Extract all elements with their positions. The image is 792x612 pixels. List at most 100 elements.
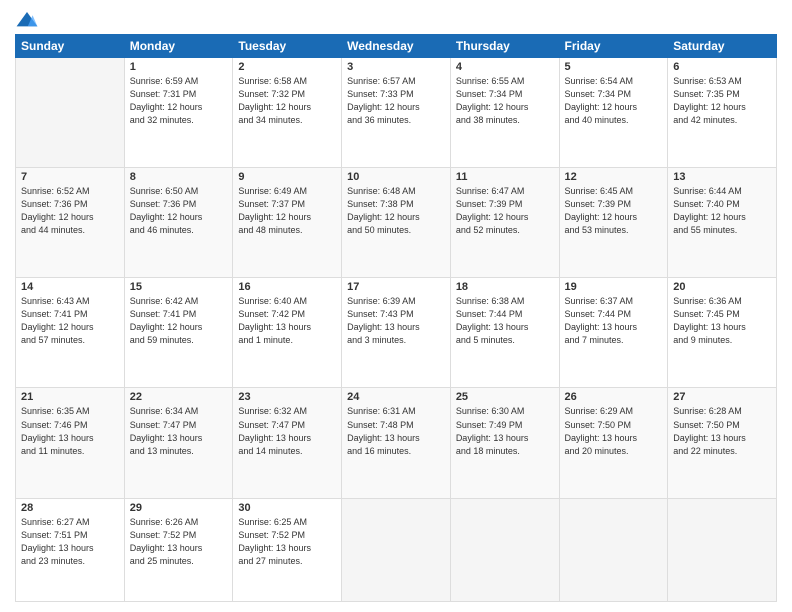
day-info: Sunrise: 6:49 AM Sunset: 7:37 PM Dayligh… bbox=[238, 185, 336, 237]
calendar-cell: 7 Sunrise: 6:52 AM Sunset: 7:36 PM Daylig… bbox=[16, 168, 125, 278]
calendar-cell: 3Sunrise: 6:57 AM Sunset: 7:33 PM Daylig… bbox=[342, 58, 451, 168]
header bbox=[15, 10, 777, 30]
day-number: 24 bbox=[347, 391, 445, 403]
calendar-cell: 15 Sunrise: 6:42 AM Sunset: 7:41 PM Dayli… bbox=[124, 278, 233, 388]
day-number: 8 bbox=[130, 171, 228, 183]
day-number: 5 bbox=[565, 61, 663, 73]
day-info: Sunrise: 6:25 AM Sunset: 7:52 PM Dayligh… bbox=[238, 516, 336, 568]
day-info: Sunrise: 6:39 AM Sunset: 7:43 PM Dayligh… bbox=[347, 295, 445, 347]
day-info: Sunrise: 6:38 AM Sunset: 7:44 PM Dayligh… bbox=[456, 295, 554, 347]
calendar-cell: 17 Sunrise: 6:39 AM Sunset: 7:43 PM Dayli… bbox=[342, 278, 451, 388]
calendar-cell: 14 Sunrise: 6:43 AM Sunset: 7:41 PM Dayli… bbox=[16, 278, 125, 388]
calendar-cell: 1 Sunrise: 6:59 AM Sunset: 7:31 PM Daylig… bbox=[124, 58, 233, 168]
calendar-cell: 28 Sunrise: 6:27 AM Sunset: 7:51 PM Dayli… bbox=[16, 498, 125, 601]
day-number: 4 bbox=[456, 61, 554, 73]
day-info: Sunrise: 6:28 AM Sunset: 7:50 PM Dayligh… bbox=[673, 405, 771, 457]
day-number: 3 bbox=[347, 61, 445, 73]
day-number: 12 bbox=[565, 171, 663, 183]
page: Sunday Monday Tuesday Wednesday Thursday… bbox=[0, 0, 792, 612]
calendar-cell: 12 Sunrise: 6:45 AM Sunset: 7:39 PM Dayli… bbox=[559, 168, 668, 278]
calendar-cell: 30 Sunrise: 6:25 AM Sunset: 7:52 PM Dayli… bbox=[233, 498, 342, 601]
col-friday: Friday bbox=[559, 35, 668, 58]
day-info: Sunrise: 6:50 AM Sunset: 7:36 PM Dayligh… bbox=[130, 185, 228, 237]
col-sunday: Sunday bbox=[16, 35, 125, 58]
calendar-cell: 6 Sunrise: 6:53 AM Sunset: 7:35 PM Daylig… bbox=[668, 58, 777, 168]
calendar-cell: 22 Sunrise: 6:34 AM Sunset: 7:47 PM Dayli… bbox=[124, 388, 233, 498]
calendar-cell: 4 Sunrise: 6:55 AM Sunset: 7:34 PM Daylig… bbox=[450, 58, 559, 168]
col-thursday: Thursday bbox=[450, 35, 559, 58]
day-info: Sunrise: 6:58 AM Sunset: 7:32 PM Dayligh… bbox=[238, 75, 336, 127]
day-number: 17 bbox=[347, 281, 445, 293]
day-info: Sunrise: 6:52 AM Sunset: 7:36 PM Dayligh… bbox=[21, 185, 119, 237]
col-tuesday: Tuesday bbox=[233, 35, 342, 58]
day-number: 26 bbox=[565, 391, 663, 403]
day-number: 25 bbox=[456, 391, 554, 403]
logo bbox=[15, 10, 43, 30]
day-info: Sunrise: 6:45 AM Sunset: 7:39 PM Dayligh… bbox=[565, 185, 663, 237]
day-number: 11 bbox=[456, 171, 554, 183]
calendar-cell bbox=[668, 498, 777, 601]
calendar-cell: 26 Sunrise: 6:29 AM Sunset: 7:50 PM Dayli… bbox=[559, 388, 668, 498]
calendar-cell: 16 Sunrise: 6:40 AM Sunset: 7:42 PM Dayli… bbox=[233, 278, 342, 388]
calendar-cell: 23 Sunrise: 6:32 AM Sunset: 7:47 PM Dayli… bbox=[233, 388, 342, 498]
day-number: 16 bbox=[238, 281, 336, 293]
day-number: 28 bbox=[21, 502, 119, 514]
day-number: 9 bbox=[238, 171, 336, 183]
day-number: 10 bbox=[347, 171, 445, 183]
day-info: Sunrise: 6:55 AM Sunset: 7:34 PM Dayligh… bbox=[456, 75, 554, 127]
day-number: 29 bbox=[130, 502, 228, 514]
day-info: Sunrise: 6:30 AM Sunset: 7:49 PM Dayligh… bbox=[456, 405, 554, 457]
day-number: 27 bbox=[673, 391, 771, 403]
day-info: Sunrise: 6:36 AM Sunset: 7:45 PM Dayligh… bbox=[673, 295, 771, 347]
day-number: 2 bbox=[238, 61, 336, 73]
day-info: Sunrise: 6:48 AM Sunset: 7:38 PM Dayligh… bbox=[347, 185, 445, 237]
day-number: 21 bbox=[21, 391, 119, 403]
day-info: Sunrise: 6:29 AM Sunset: 7:50 PM Dayligh… bbox=[565, 405, 663, 457]
day-info: Sunrise: 6:44 AM Sunset: 7:40 PM Dayligh… bbox=[673, 185, 771, 237]
day-number: 1 bbox=[130, 61, 228, 73]
day-info: Sunrise: 6:32 AM Sunset: 7:47 PM Dayligh… bbox=[238, 405, 336, 457]
calendar-cell: 5Sunrise: 6:54 AM Sunset: 7:34 PM Daylig… bbox=[559, 58, 668, 168]
day-number: 19 bbox=[565, 281, 663, 293]
day-info: Sunrise: 6:42 AM Sunset: 7:41 PM Dayligh… bbox=[130, 295, 228, 347]
calendar-cell: 19 Sunrise: 6:37 AM Sunset: 7:44 PM Dayli… bbox=[559, 278, 668, 388]
calendar-cell: 18 Sunrise: 6:38 AM Sunset: 7:44 PM Dayli… bbox=[450, 278, 559, 388]
day-number: 22 bbox=[130, 391, 228, 403]
day-number: 14 bbox=[21, 281, 119, 293]
calendar: Sunday Monday Tuesday Wednesday Thursday… bbox=[15, 34, 777, 602]
calendar-cell: 25 Sunrise: 6:30 AM Sunset: 7:49 PM Dayli… bbox=[450, 388, 559, 498]
day-number: 7 bbox=[21, 171, 119, 183]
day-info: Sunrise: 6:37 AM Sunset: 7:44 PM Dayligh… bbox=[565, 295, 663, 347]
day-info: Sunrise: 6:40 AM Sunset: 7:42 PM Dayligh… bbox=[238, 295, 336, 347]
logo-icon bbox=[15, 10, 39, 30]
calendar-cell bbox=[450, 498, 559, 601]
day-info: Sunrise: 6:47 AM Sunset: 7:39 PM Dayligh… bbox=[456, 185, 554, 237]
calendar-cell bbox=[16, 58, 125, 168]
day-number: 30 bbox=[238, 502, 336, 514]
calendar-cell: 8 Sunrise: 6:50 AM Sunset: 7:36 PM Daylig… bbox=[124, 168, 233, 278]
calendar-cell: 24 Sunrise: 6:31 AM Sunset: 7:48 PM Dayli… bbox=[342, 388, 451, 498]
day-info: Sunrise: 6:27 AM Sunset: 7:51 PM Dayligh… bbox=[21, 516, 119, 568]
day-number: 18 bbox=[456, 281, 554, 293]
day-info: Sunrise: 6:26 AM Sunset: 7:52 PM Dayligh… bbox=[130, 516, 228, 568]
day-info: Sunrise: 6:43 AM Sunset: 7:41 PM Dayligh… bbox=[21, 295, 119, 347]
day-number: 6 bbox=[673, 61, 771, 73]
day-number: 23 bbox=[238, 391, 336, 403]
day-info: Sunrise: 6:59 AM Sunset: 7:31 PM Dayligh… bbox=[130, 75, 228, 127]
calendar-header-row: Sunday Monday Tuesday Wednesday Thursday… bbox=[16, 35, 777, 58]
day-info: Sunrise: 6:35 AM Sunset: 7:46 PM Dayligh… bbox=[21, 405, 119, 457]
calendar-cell bbox=[342, 498, 451, 601]
calendar-cell: 29 Sunrise: 6:26 AM Sunset: 7:52 PM Dayli… bbox=[124, 498, 233, 601]
col-saturday: Saturday bbox=[668, 35, 777, 58]
calendar-cell: 21 Sunrise: 6:35 AM Sunset: 7:46 PM Dayli… bbox=[16, 388, 125, 498]
day-info: Sunrise: 6:53 AM Sunset: 7:35 PM Dayligh… bbox=[673, 75, 771, 127]
day-number: 20 bbox=[673, 281, 771, 293]
calendar-cell: 27 Sunrise: 6:28 AM Sunset: 7:50 PM Dayli… bbox=[668, 388, 777, 498]
col-monday: Monday bbox=[124, 35, 233, 58]
day-info: Sunrise: 6:34 AM Sunset: 7:47 PM Dayligh… bbox=[130, 405, 228, 457]
day-number: 15 bbox=[130, 281, 228, 293]
calendar-cell: 20 Sunrise: 6:36 AM Sunset: 7:45 PM Dayli… bbox=[668, 278, 777, 388]
calendar-cell: 9 Sunrise: 6:49 AM Sunset: 7:37 PM Daylig… bbox=[233, 168, 342, 278]
calendar-cell: 10 Sunrise: 6:48 AM Sunset: 7:38 PM Dayli… bbox=[342, 168, 451, 278]
day-info: Sunrise: 6:31 AM Sunset: 7:48 PM Dayligh… bbox=[347, 405, 445, 457]
